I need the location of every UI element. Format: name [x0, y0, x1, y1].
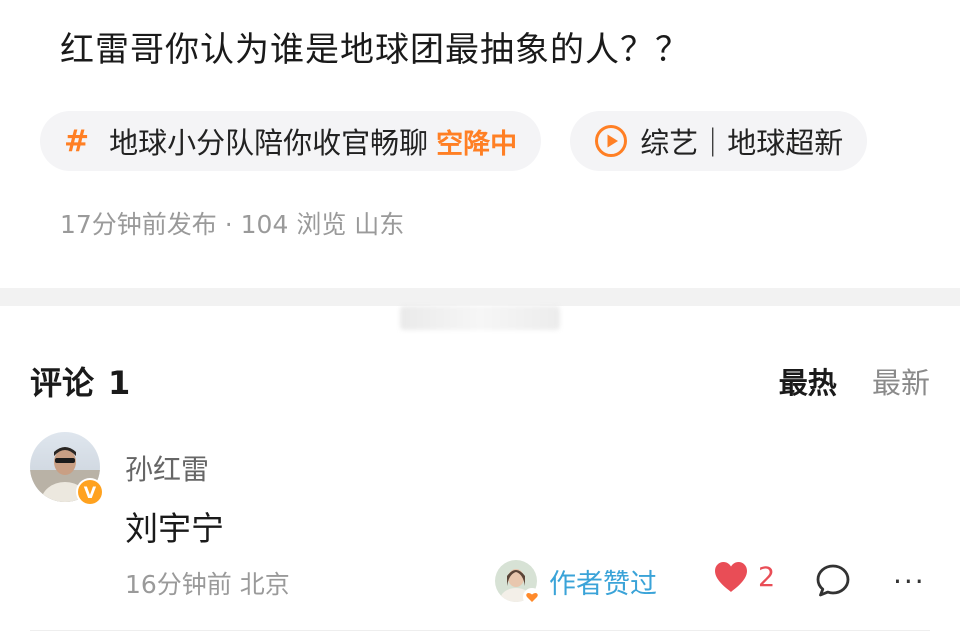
post-meta: 17分钟前发布 · 104 浏览 山东	[60, 210, 405, 239]
author-liked-label: 作者赞过	[549, 568, 657, 600]
blurred-overlay	[400, 306, 560, 330]
sort-new-tab[interactable]: 最新	[872, 366, 930, 400]
topic-chip-label: 地球小分队陪你收官畅聊	[109, 126, 429, 160]
verified-v-icon: V	[78, 480, 102, 504]
sort-hot-tab[interactable]: 最热	[779, 366, 837, 400]
heart-badge-icon	[523, 588, 541, 606]
play-circle-icon	[595, 125, 628, 157]
topic-chip-live[interactable]: # 地球小分队陪你收官畅聊 空降中	[40, 111, 542, 171]
verified-badge: V	[76, 478, 104, 506]
comment-icon[interactable]	[814, 562, 852, 600]
section-divider	[0, 288, 960, 306]
like-count: 2	[758, 561, 776, 593]
comments-header: 评论 1	[30, 358, 130, 404]
avatar[interactable]: V	[30, 432, 104, 506]
author-avatar	[495, 560, 541, 606]
topic-chips: # 地球小分队陪你收官畅聊 空降中 综艺｜地球超新	[40, 111, 920, 171]
like-button[interactable]: 2	[712, 560, 775, 594]
heart-icon	[715, 562, 747, 592]
topic-chip-variety[interactable]: 综艺｜地球超新	[570, 111, 868, 171]
author-liked-indicator: 作者赞过	[495, 560, 657, 606]
comments-title: 评论	[30, 364, 95, 402]
topic-chip-label: 综艺｜地球超新	[640, 126, 844, 160]
comments-count: 1	[108, 364, 131, 402]
live-status-label: 空降中	[436, 128, 518, 160]
comment-text: 刘宇宁	[125, 509, 224, 548]
comment-username[interactable]: 孙红雷	[125, 448, 209, 488]
bottom-divider	[30, 630, 930, 631]
hashtag-icon: #	[64, 123, 90, 159]
comment-sort-tabs: 最热 最新	[753, 360, 930, 402]
post-question: 红雷哥你认为谁是地球团最抽象的人？？	[60, 30, 690, 70]
more-options-icon[interactable]: ···	[893, 565, 926, 598]
comment-meta: 16分钟前 北京	[125, 570, 290, 599]
